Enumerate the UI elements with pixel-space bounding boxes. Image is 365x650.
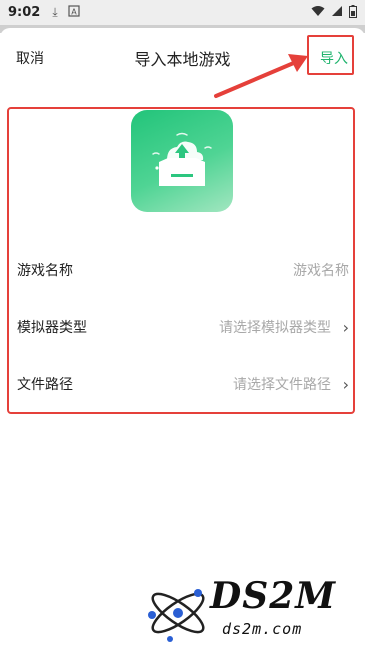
chevron-right-icon: › (342, 374, 349, 394)
chevron-right-icon: › (342, 317, 349, 337)
status-bar: 9:02 ⤓ A (0, 0, 365, 25)
status-right-group (311, 4, 357, 21)
file-path-row[interactable]: 文件路径 请选择文件路径 › (17, 372, 349, 396)
download-icon: ⤓ (52, 5, 58, 19)
game-name-label: 游戏名称 (17, 263, 73, 279)
emulator-type-value: 请选择模拟器类型 (219, 320, 331, 336)
watermark: DS2M ds2m.com (140, 575, 355, 647)
game-name-row[interactable]: 游戏名称 游戏名称 (17, 258, 349, 282)
signal-icon (331, 5, 343, 20)
svg-text:A: A (71, 8, 77, 17)
game-upload-icon[interactable] (131, 110, 233, 212)
file-path-label: 文件路径 (17, 377, 73, 393)
watermark-url: ds2m.com (222, 620, 303, 638)
atom-logo-icon (148, 589, 205, 642)
battery-icon (349, 4, 357, 21)
watermark-logo: DS2M (210, 575, 337, 617)
wifi-icon (311, 5, 325, 20)
font-icon: A (68, 5, 80, 20)
annotation-arrow-icon (214, 54, 308, 98)
emulator-type-row[interactable]: 模拟器类型 请选择模拟器类型 › (17, 315, 349, 339)
emulator-type-label: 模拟器类型 (17, 320, 87, 336)
game-name-input[interactable]: 游戏名称 (293, 260, 349, 280)
status-time: 9:02 (8, 5, 41, 20)
file-path-value: 请选择文件路径 (233, 377, 331, 393)
